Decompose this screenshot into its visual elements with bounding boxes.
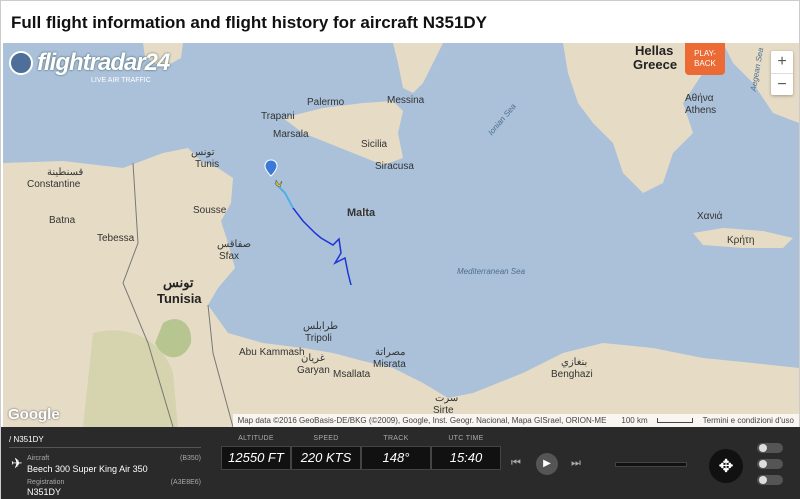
google-logo: Google <box>8 406 60 423</box>
label-sfax-arabic: صفاقس <box>217 239 252 250</box>
label-chania: Χανιά <box>697 211 723 222</box>
terms-link[interactable]: Termini e condizioni d'uso <box>698 414 799 427</box>
playback-button[interactable]: PLAY-BACK <box>685 43 725 75</box>
page-title: Full flight information and flight histo… <box>11 13 488 32</box>
label-benghazi: Benghazi <box>551 369 593 380</box>
label-garyan-arabic: غريان <box>301 353 325 364</box>
registration-label: Registration <box>27 479 65 486</box>
label-mediterranean-sea: Mediterranean Sea <box>457 267 526 276</box>
playback-slider[interactable] <box>615 462 687 467</box>
label-batna: Batna <box>49 215 76 226</box>
track-label: TRACK <box>383 435 409 442</box>
aircraft-label: Aircraft <box>27 455 50 462</box>
crosshair-icon[interactable]: ✥ <box>709 449 743 483</box>
origin-pin <box>264 159 278 177</box>
track-value: 148° <box>361 446 431 470</box>
label-tripoli: Tripoli <box>305 333 332 344</box>
time-label: UTC TIME <box>448 435 484 442</box>
time-gauge: UTC TIME 15:40 <box>431 435 501 470</box>
label-sicilia: Sicilia <box>361 139 388 150</box>
label-constantine-arabic: قسنطينة <box>47 167 84 178</box>
chart-toggle[interactable] <box>757 475 783 485</box>
track-gauge: TRACK 148° <box>361 435 431 470</box>
label-tunis: Tunis <box>195 159 220 170</box>
label-hellas: Hellas <box>635 43 674 58</box>
label-benghazi-arabic: بنغازي <box>561 357 588 368</box>
map[interactable]: flightradar24 LIVE AIR TRAFFIC Hellas Gr… <box>3 43 799 427</box>
map-attribution: Map data ©2016 GeoBasis-DE/BKG (©2009), … <box>232 414 799 427</box>
night-mode-toggle[interactable] <box>757 443 783 453</box>
label-siracusa: Siracusa <box>375 161 414 172</box>
aircraft-code: (B350) <box>179 455 201 462</box>
label-sfax: Sfax <box>219 251 240 262</box>
label-garyan: Garyan <box>297 365 330 376</box>
label-marsala: Marsala <box>273 129 309 140</box>
label-malta: Malta <box>347 207 376 219</box>
altitude-gauge: ALTITUDE 12550 FT <box>221 435 291 470</box>
label-constantine: Constantine <box>27 179 81 190</box>
play-button[interactable]: ▶ <box>536 453 558 475</box>
zoom-control: + − <box>771 51 793 95</box>
label-misrata: Misrata <box>373 359 406 370</box>
flight-id: / N351DY <box>9 435 44 444</box>
page: Full flight information and flight histo… <box>0 0 800 499</box>
label-misrata-arabic: مصراتة <box>375 347 406 358</box>
label-trapani: Trapani <box>261 111 295 122</box>
label-messina: Messina <box>387 95 425 106</box>
label-msallata: Msallata <box>333 369 371 380</box>
zoom-in-button[interactable]: + <box>771 51 793 73</box>
airplane-icon: ✈ <box>11 455 23 471</box>
label-athens-greek: Αθήνα <box>685 93 714 104</box>
label-sousse: Sousse <box>193 205 227 216</box>
label-crete: Κρήτη <box>727 235 755 246</box>
fast-forward-button[interactable]: ⏭ <box>571 457 581 470</box>
speed-label: SPEED <box>313 435 339 442</box>
labels-toggle[interactable] <box>757 459 783 469</box>
flight-track <box>274 182 352 286</box>
time-value: 15:40 <box>431 446 501 470</box>
label-tunis-arabic: تونس <box>191 147 215 158</box>
label-tripoli-arabic: طرابلس <box>303 321 339 332</box>
label-tunisia: Tunisia <box>157 291 202 306</box>
registration-value: N351DY <box>27 487 62 497</box>
zoom-out-button[interactable]: − <box>771 73 793 95</box>
radar-icon <box>9 51 33 75</box>
label-greece: Greece <box>633 57 678 72</box>
label-sirte-arabic: سرت <box>435 393 459 404</box>
speed-gauge: SPEED 220 KTS <box>291 435 361 470</box>
label-tebessa: Tebessa <box>97 233 135 244</box>
registration-code: (A3E8E6) <box>170 479 201 486</box>
flight-info-bar: / N351DY ✈ Aircraft Beech 300 Super King… <box>1 427 800 499</box>
brand-name: flightradar24 <box>37 49 170 76</box>
altitude-value: 12550 FT <box>221 446 291 470</box>
speed-value: 220 KTS <box>291 446 361 470</box>
rewind-button[interactable]: ⏮ <box>511 457 521 470</box>
aircraft-value: Beech 300 Super King Air 350 <box>27 464 148 474</box>
label-tunisia-arabic: تونس <box>163 275 194 290</box>
label-athens: Athens <box>685 105 717 116</box>
label-abu-kammash: Abu Kammash <box>239 347 305 358</box>
brand-tagline: LIVE AIR TRAFFIC <box>91 77 151 84</box>
label-palermo: Palermo <box>307 97 345 108</box>
scale-indicator: 100 km <box>611 414 697 427</box>
attribution-text: Map data ©2016 GeoBasis-DE/BKG (©2009), … <box>237 416 607 425</box>
altitude-label: ALTITUDE <box>238 435 274 442</box>
